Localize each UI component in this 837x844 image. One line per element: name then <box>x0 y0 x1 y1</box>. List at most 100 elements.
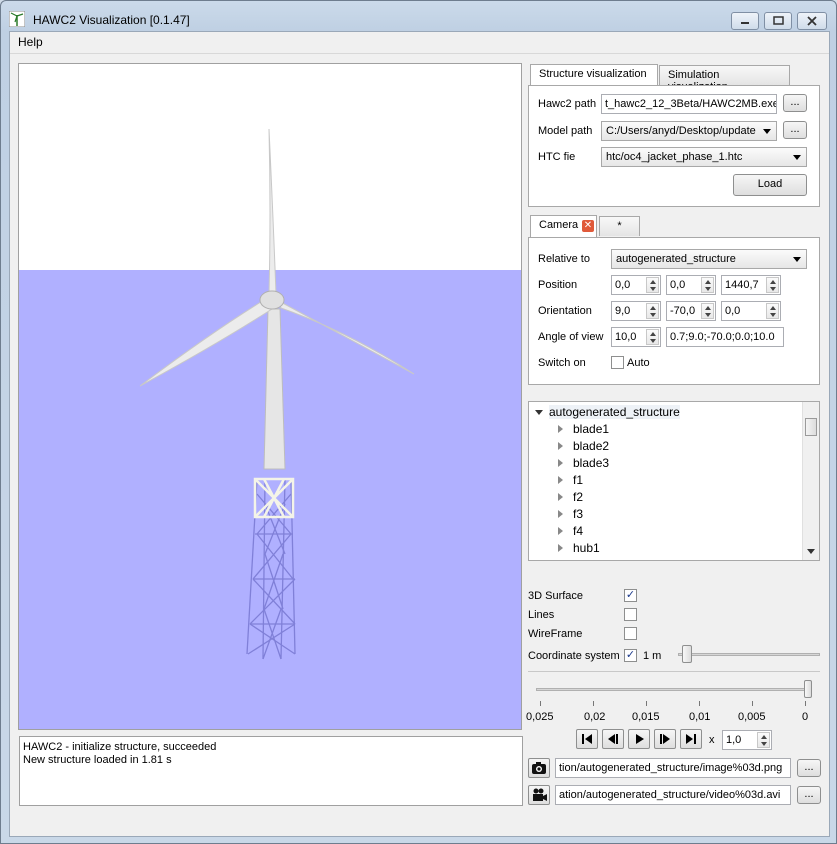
tree-item-blade1[interactable]: blade1 <box>558 422 609 436</box>
position-x-spinbox[interactable]: 0,0 <box>611 275 661 295</box>
collapsed-icon <box>558 527 563 535</box>
spin-arrows-icon[interactable] <box>646 329 659 345</box>
load-button[interactable]: Load <box>733 174 807 196</box>
maximize-icon <box>773 16 784 25</box>
tree-item-label: f4 <box>573 524 584 538</box>
orientation-y-spinbox[interactable]: -70,0 <box>666 301 716 321</box>
log-line: HAWC2 - initialize structure, succeeded <box>23 741 217 753</box>
tab-simulation-visualization[interactable]: Simulation visualization <box>659 65 790 93</box>
time-tick-label: 0,005 <box>738 711 766 723</box>
chevron-down-icon <box>793 257 801 262</box>
tab-camera[interactable]: Camera ✕ <box>530 215 597 237</box>
model-path-combo[interactable]: C:/Users/anyd/Desktop/update <box>601 121 777 141</box>
orientation-z-value: 0,0 <box>725 305 741 317</box>
spin-arrows-icon[interactable] <box>757 732 770 748</box>
hub <box>259 290 285 310</box>
expanded-icon <box>535 410 543 415</box>
model-path-value: C:/Users/anyd/Desktop/update <box>606 125 756 137</box>
maximize-button[interactable] <box>764 12 792 30</box>
position-y-spinbox[interactable]: 0,0 <box>666 275 716 295</box>
orientation-y-value: -70,0 <box>670 305 696 317</box>
position-x-value: 0,0 <box>615 279 631 291</box>
3d-surface-checkbox[interactable]: ✓ <box>624 589 637 602</box>
tree-root[interactable]: autogenerated_structure <box>535 405 680 419</box>
slider-handle[interactable] <box>682 645 692 663</box>
image-path-browse-button[interactable]: ... <box>797 759 821 777</box>
spin-arrows-icon[interactable] <box>701 303 714 319</box>
main-window: HAWC2 Visualization [0.1.47] Help HAWC2 … <box>0 0 837 844</box>
tab-new-camera[interactable]: * <box>599 216 640 236</box>
3d-viewport[interactable] <box>18 63 522 730</box>
coordinate-system-label: Coordinate system <box>528 650 620 662</box>
step-forward-icon <box>660 734 670 744</box>
relative-to-combo[interactable]: autogenerated_structure <box>611 249 807 269</box>
spin-arrows-icon[interactable] <box>766 303 779 319</box>
close-button[interactable] <box>797 12 827 30</box>
angle-of-view-spinbox[interactable]: 10,0 <box>611 327 661 347</box>
scroll-down-icon[interactable] <box>807 549 815 554</box>
slider-handle[interactable] <box>804 680 812 698</box>
auto-label: Auto <box>627 357 650 369</box>
lines-checkbox[interactable] <box>624 608 637 621</box>
tree-item-blade3[interactable]: blade3 <box>558 456 609 470</box>
spin-arrows-icon[interactable] <box>646 277 659 293</box>
position-y-value: 0,0 <box>670 279 686 291</box>
spin-arrows-icon[interactable] <box>646 303 659 319</box>
time-tick-label: 0,01 <box>689 711 711 723</box>
model-path-browse-button[interactable]: ... <box>783 121 807 139</box>
position-z-spinbox[interactable]: 1440,7 <box>721 275 781 295</box>
speed-value: 1,0 <box>726 734 742 746</box>
tab-structure-visualization[interactable]: Structure visualization <box>530 64 658 86</box>
skip-to-end-button[interactable] <box>680 729 702 749</box>
skip-start-icon <box>582 734 592 744</box>
camera-string-field[interactable]: 0.7;9.0;-70.0;0.0;10.0 <box>666 327 784 347</box>
auto-checkbox[interactable] <box>611 356 624 369</box>
orientation-x-spinbox[interactable]: 9,0 <box>611 301 661 321</box>
tree-item-blade2[interactable]: blade2 <box>558 439 609 453</box>
tree-item-f1[interactable]: f1 <box>558 473 583 487</box>
image-path-field[interactable]: tion/autogenerated_structure/image%03d.p… <box>555 758 791 778</box>
tree-item-hub1[interactable]: hub1 <box>558 541 600 555</box>
tree-item-label: blade3 <box>573 456 610 470</box>
spin-arrows-icon[interactable] <box>701 277 714 293</box>
spin-arrows-icon[interactable] <box>766 277 779 293</box>
separator <box>528 671 820 672</box>
hawc2-path-browse-button[interactable]: ... <box>783 94 807 112</box>
collapsed-icon <box>558 544 563 552</box>
htc-file-combo[interactable]: htc/oc4_jacket_phase_1.htc <box>601 147 807 167</box>
tree-item-f3[interactable]: f3 <box>558 507 583 521</box>
tree-item-f4[interactable]: f4 <box>558 524 583 538</box>
minimize-icon <box>741 22 749 24</box>
video-camera-icon <box>533 788 547 801</box>
scroll-thumb[interactable] <box>805 418 817 436</box>
capture-image-button[interactable] <box>528 758 550 778</box>
collapsed-icon <box>558 442 563 450</box>
wireframe-checkbox[interactable] <box>624 627 637 640</box>
coordinate-size-slider[interactable] <box>678 644 820 664</box>
collapsed-icon <box>558 476 563 484</box>
minimize-button[interactable] <box>731 12 759 30</box>
close-tab-icon[interactable]: ✕ <box>582 220 594 232</box>
step-forward-button[interactable] <box>654 729 676 749</box>
structure-tree[interactable]: autogenerated_structure blade1 blade2 bl… <box>528 401 820 561</box>
angle-of-view-value: 10,0 <box>615 331 637 343</box>
record-video-button[interactable] <box>528 785 550 805</box>
orientation-x-value: 9,0 <box>615 305 631 317</box>
log-line: New structure loaded in 1.81 s <box>23 754 172 766</box>
collapsed-icon <box>558 510 563 518</box>
orientation-z-spinbox[interactable]: 0,0 <box>721 301 781 321</box>
step-back-button[interactable] <box>602 729 624 749</box>
hawc2-path-input[interactable]: t_hawc2_12_3Beta/HAWC2MB.exe <box>601 94 777 114</box>
coordinate-system-checkbox[interactable]: ✓ <box>624 649 637 662</box>
log-output[interactable]: HAWC2 - initialize structure, succeeded … <box>19 736 523 806</box>
tree-item-f2[interactable]: f2 <box>558 490 583 504</box>
skip-to-start-button[interactable] <box>576 729 598 749</box>
tree-scrollbar[interactable] <box>802 402 819 560</box>
play-button[interactable] <box>628 729 650 749</box>
speed-spinbox[interactable]: 1,0 <box>722 730 772 750</box>
menu-help[interactable]: Help <box>18 35 43 49</box>
collapsed-icon <box>558 493 563 501</box>
video-path-browse-button[interactable]: ... <box>797 786 821 804</box>
time-slider[interactable] <box>536 678 816 700</box>
video-path-field[interactable]: ation/autogenerated_structure/video%03d.… <box>555 785 791 805</box>
